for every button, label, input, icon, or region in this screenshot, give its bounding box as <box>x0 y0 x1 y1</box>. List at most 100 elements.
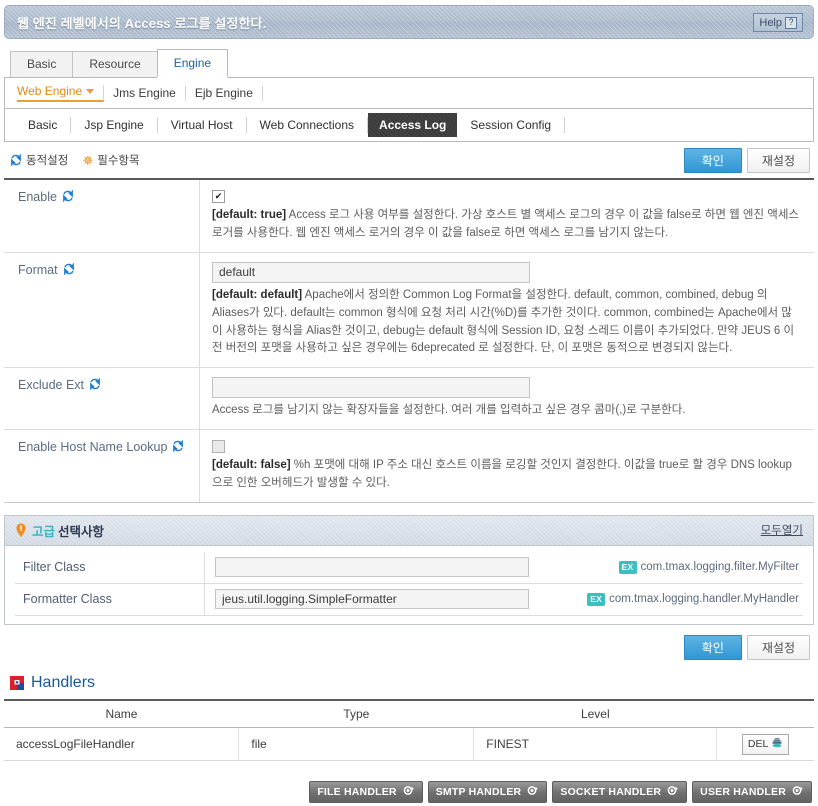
confirm-button-top[interactable]: 확인 <box>683 147 742 173</box>
filter-class-hint-text: com.tmax.logging.filter.MyFilter <box>640 561 800 574</box>
handler-name-cell: accessLogFileHandler <box>4 727 240 762</box>
enable-host-name-lookup-description: [default: false] %h 포맷에 대해 IP 주소 대신 호스트 … <box>212 457 802 493</box>
add-file-handler-button[interactable]: FILE HANDLER <box>309 781 423 804</box>
sync-icon <box>89 378 101 391</box>
add-user-handler-button[interactable]: USER HANDLER <box>692 781 812 804</box>
formatter-class-hint-text: com.tmax.logging.handler.MyHandler <box>609 593 799 606</box>
label-enable: Enable <box>4 180 200 252</box>
enable-description: [default: true] Access 로그 사용 여부를 설정한다. 가… <box>212 207 802 243</box>
format-input[interactable] <box>212 261 530 283</box>
add-circle-icon <box>666 784 679 800</box>
add-circle-icon <box>791 784 804 800</box>
example-badge-icon: EX <box>618 561 637 574</box>
add-smtp-handler-button[interactable]: SMTP HANDLER <box>427 781 548 804</box>
format-default-tag: [default: default] <box>212 288 303 301</box>
advanced-title-accent: 고급 <box>32 524 56 539</box>
add-circle-icon <box>402 784 415 800</box>
question-mark-icon: ? <box>785 16 797 29</box>
advanced-options-header: 고급 선택사항 모두열기 <box>5 515 813 546</box>
subtab-basic[interactable]: Basic <box>15 117 72 133</box>
legend-dynamic-label: 동적설정 <box>26 155 69 167</box>
form-row-format: Format [default: default] Apache에서 정의한 C… <box>4 252 814 369</box>
subtab-virtual-host[interactable]: Virtual Host <box>158 117 247 133</box>
engine-nav-jms-engine[interactable]: Jms Engine <box>104 85 186 101</box>
confirm-button-bottom[interactable]: 확인 <box>683 634 742 660</box>
sync-icon <box>172 440 184 453</box>
engine-nav-bar: Web Engine Jms Engine Ejb Engine <box>4 78 814 109</box>
table-row[interactable]: accessLogFileHandler file FINEST DEL <box>4 727 814 762</box>
enable-description-text: Access 로그 사용 여부를 설정한다. 가상 호스트 별 액세스 로그의 … <box>212 209 799 240</box>
subtab-session-config[interactable]: Session Config <box>457 117 566 133</box>
add-user-handler-label: USER HANDLER <box>700 786 786 799</box>
value-enable: [default: true] Access 로그 사용 여부를 설정한다. 가… <box>200 180 814 252</box>
bottom-action-bar: 확인 재설정 <box>4 634 814 660</box>
handlers-col-name: Name <box>4 699 239 729</box>
form-row-enable: Enable [default: true] Access 로그 사용 여부를 … <box>4 180 814 253</box>
add-smtp-handler-label: SMTP HANDLER <box>435 786 522 799</box>
handler-actions-cell: DEL <box>716 727 814 762</box>
add-socket-handler-button[interactable]: SOCKET HANDLER <box>552 781 688 804</box>
enable-checkbox[interactable] <box>212 190 225 204</box>
engine-nav-ejb-engine[interactable]: Ejb Engine <box>186 85 263 101</box>
asterisk-icon: ✵ <box>82 152 94 168</box>
subtab-web-connections[interactable]: Web Connections <box>247 117 369 133</box>
sub-tab-bar: Basic Jsp Engine Virtual Host Web Connec… <box>4 109 814 142</box>
format-description: [default: default] Apache에서 정의한 Common L… <box>212 287 802 358</box>
label-exclude-ext-text: Exclude Ext <box>18 378 85 393</box>
legend-required-label: 필수항목 <box>97 155 140 167</box>
advanced-options-panel: 고급 선택사항 모두열기 Filter Class EX com.tmax.lo… <box>4 514 814 625</box>
subtab-access-log[interactable]: Access Log <box>368 113 457 137</box>
page-title: 웹 엔진 레벨에서의 Access 로그를 설정한다. <box>17 15 267 31</box>
form-row-enable-host-name-lookup: Enable Host Name Lookup [default: false]… <box>4 430 814 502</box>
tab-resource[interactable]: Resource <box>72 51 158 77</box>
label-exclude-ext: Exclude Ext <box>4 368 200 430</box>
tmax-square-icon <box>10 675 24 690</box>
handlers-table-body: accessLogFileHandler file FINEST DEL <box>4 727 814 762</box>
tab-basic[interactable]: Basic <box>10 51 74 77</box>
handlers-header: Handlers <box>4 674 814 692</box>
handlers-header-row: Name Type Level <box>4 699 814 729</box>
tab-engine[interactable]: Engine <box>156 49 229 77</box>
legend-required-field: ✵ 필수항목 <box>82 152 139 168</box>
label-enable-host-name-lookup-text: Enable Host Name Lookup <box>18 440 168 455</box>
engine-nav-web-engine[interactable]: Web Engine <box>17 83 105 102</box>
filter-class-input[interactable] <box>215 557 529 578</box>
handlers-title: Handlers <box>31 673 96 691</box>
trash-icon <box>771 737 783 752</box>
add-socket-handler-label: SOCKET HANDLER <box>560 786 662 799</box>
value-format: [default: default] Apache에서 정의한 Common L… <box>200 253 814 367</box>
add-circle-icon <box>526 784 539 800</box>
page-banner: 웹 엔진 레벨에서의 Access 로그를 설정한다. Help ? <box>4 5 814 39</box>
advanced-options-body: Filter Class EX com.tmax.logging.filter.… <box>5 546 813 624</box>
advanced-title-rest: 선택사항 <box>58 524 105 539</box>
handlers-table-head: Name Type Level <box>4 699 814 729</box>
enable-host-name-lookup-default-tag: [default: false] <box>212 459 291 472</box>
label-format-text: Format <box>18 262 58 277</box>
advanced-row-filter-class: Filter Class EX com.tmax.logging.filter.… <box>15 551 803 584</box>
handlers-col-type: Type <box>238 699 474 729</box>
legend-action-bar: 동적설정 ✵ 필수항목 확인 재설정 <box>4 142 814 178</box>
legend-dynamic-setting: 동적설정 <box>10 152 68 168</box>
form-row-exclude-ext: Exclude Ext Access 로그를 남기지 않는 확장자들을 설정한다… <box>4 368 814 431</box>
open-all-link[interactable]: 모두열기 <box>761 522 803 538</box>
formatter-class-hint: EX com.tmax.logging.handler.MyHandler <box>587 593 803 606</box>
label-formatter-class: Formatter Class <box>15 583 205 615</box>
value-exclude-ext: Access 로그를 남기지 않는 확장자들을 설정한다. 여러 개를 입력하고… <box>200 368 814 429</box>
help-button[interactable]: Help ? <box>753 13 803 32</box>
engine-nav-web-engine-label: Web Engine <box>17 83 83 98</box>
sync-icon <box>63 262 75 275</box>
reset-button-bottom[interactable]: 재설정 <box>746 634 810 660</box>
handlers-col-actions <box>716 699 814 729</box>
formatter-class-input[interactable] <box>215 589 529 610</box>
enable-host-name-lookup-checkbox[interactable] <box>212 440 225 454</box>
label-enable-host-name-lookup: Enable Host Name Lookup <box>4 430 200 502</box>
subtab-jsp-engine[interactable]: Jsp Engine <box>71 117 158 133</box>
label-enable-text: Enable <box>18 190 57 204</box>
exclude-ext-input[interactable] <box>212 377 530 399</box>
help-label: Help <box>759 16 782 29</box>
handlers-col-level: Level <box>473 699 717 729</box>
handler-button-row: FILE HANDLER SMTP HANDLER SOCKET HANDLER <box>4 781 814 804</box>
sync-icon <box>62 190 74 202</box>
reset-button-top[interactable]: 재설정 <box>746 147 810 173</box>
delete-handler-button[interactable]: DEL <box>741 733 790 755</box>
